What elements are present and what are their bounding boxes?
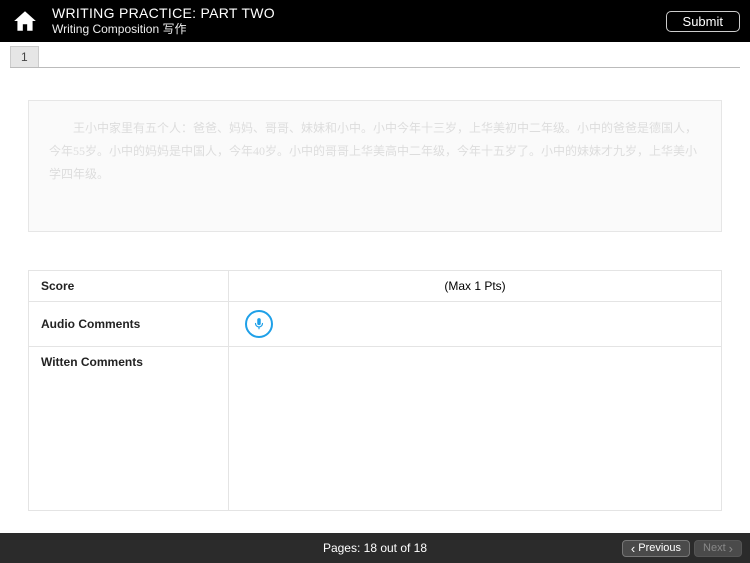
next-label: Next	[703, 542, 726, 554]
feedback-table: Score (Max 1 Pts) Audio Comments Witten …	[28, 270, 722, 511]
chevron-left-icon: ‹	[631, 542, 635, 555]
question-tabs: 1	[10, 46, 740, 68]
header-titles: WRITING PRACTICE: PART TWO Writing Compo…	[52, 5, 666, 37]
main-content: 王小中家里有五个人：爸爸、妈妈、哥哥、妹妹和小中。小中今年十三岁，上华美初中二年…	[0, 68, 750, 511]
tab-1[interactable]: 1	[10, 46, 39, 67]
previous-label: Previous	[638, 542, 681, 554]
home-icon[interactable]	[12, 8, 38, 34]
score-value[interactable]: (Max 1 Pts)	[229, 271, 722, 302]
chevron-right-icon: ›	[729, 542, 733, 555]
footer-nav: ‹ Previous Next ›	[622, 540, 742, 557]
score-hint: (Max 1 Pts)	[444, 279, 505, 293]
audio-comments-cell	[229, 302, 722, 347]
pages-indicator: Pages: 18 out of 18	[323, 541, 427, 555]
submit-button[interactable]: Submit	[666, 11, 740, 32]
next-button: Next ›	[694, 540, 742, 557]
microphone-icon[interactable]	[245, 310, 273, 338]
written-comments-label: Witten Comments	[29, 347, 229, 511]
footer-bar: Pages: 18 out of 18 ‹ Previous Next ›	[0, 533, 750, 563]
score-label: Score	[29, 271, 229, 302]
page-subtitle: Writing Composition 写作	[52, 22, 666, 38]
page-title: WRITING PRACTICE: PART TWO	[52, 5, 666, 22]
essay-text-box[interactable]: 王小中家里有五个人：爸爸、妈妈、哥哥、妹妹和小中。小中今年十三岁，上华美初中二年…	[28, 100, 722, 232]
app-header: WRITING PRACTICE: PART TWO Writing Compo…	[0, 0, 750, 42]
audio-comments-label: Audio Comments	[29, 302, 229, 347]
previous-button[interactable]: ‹ Previous	[622, 540, 690, 557]
written-comments-cell[interactable]	[229, 347, 722, 511]
